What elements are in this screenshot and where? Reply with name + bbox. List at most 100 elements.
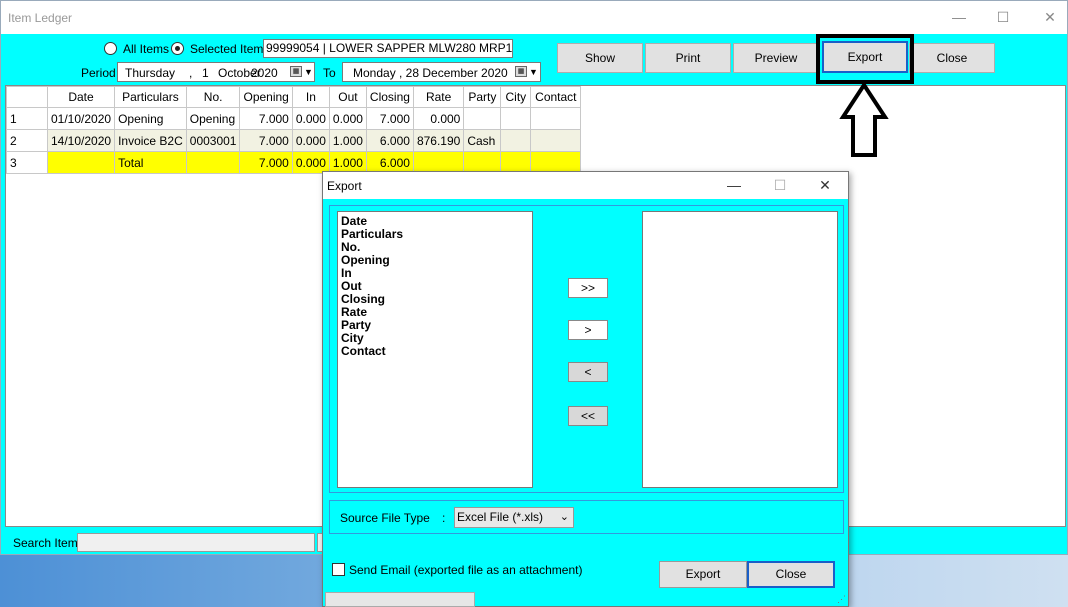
preview-button[interactable]: Preview (733, 43, 819, 73)
col-header-city[interactable]: City (500, 86, 532, 108)
close-icon[interactable]: ✕ (815, 176, 835, 194)
cell-no[interactable] (185, 151, 241, 174)
from-day: Thursday (125, 66, 176, 80)
list-item[interactable]: Particulars (338, 228, 532, 241)
selected-fields-list[interactable] (642, 211, 838, 488)
col-header-party[interactable]: Party (463, 86, 502, 108)
show-button[interactable]: Show (557, 43, 643, 73)
cell-in[interactable]: 0.000 (291, 129, 330, 152)
source-file-type-select[interactable]: Excel File (*.xls) ⌄ (454, 507, 574, 528)
cell-date[interactable] (46, 151, 116, 174)
col-header-out[interactable]: Out (328, 86, 367, 108)
cell-date[interactable]: 01/10/2020 (46, 107, 116, 130)
maximize-icon[interactable]: ☐ (770, 176, 790, 194)
col-header-rate[interactable]: Rate (412, 86, 465, 108)
window-title: Item Ledger (8, 11, 73, 25)
search-input[interactable] (77, 533, 315, 552)
close-icon[interactable]: ✕ (1039, 7, 1061, 27)
col-header-contact[interactable]: Contact (530, 86, 582, 108)
cell-rate[interactable]: 0.000 (412, 107, 465, 130)
all-items-label: All Items (123, 42, 170, 56)
period-to-date[interactable]: Monday , 28 December 2020 ▦ ▼ (342, 62, 541, 82)
close-button[interactable]: Close (909, 43, 995, 73)
add-all-button[interactable]: >> (568, 278, 608, 298)
cell-contact[interactable] (530, 107, 582, 130)
cell-date[interactable]: 14/10/2020 (46, 129, 116, 152)
add-button[interactable]: > (568, 320, 608, 340)
source-file-type-colon: : (442, 511, 446, 525)
period-from-date[interactable]: Thursday , 1 October 2020 ▦ ▼ (117, 62, 315, 82)
cell-particulars[interactable]: Total (114, 151, 187, 174)
resize-grip-icon[interactable]: ⋰ (837, 594, 846, 605)
dialog-title-bar: Export — ☐ ✕ (323, 172, 848, 199)
cell-party[interactable] (463, 107, 502, 130)
send-email-checkbox[interactable] (332, 563, 345, 576)
cell-no[interactable]: 0003001 (185, 129, 241, 152)
export-dialog: Export — ☐ ✕ Date Particulars No. Openin… (322, 171, 849, 607)
list-item[interactable]: Closing (338, 293, 532, 306)
cell-contact[interactable] (530, 129, 582, 152)
calendar-icon[interactable]: ▦ (515, 66, 527, 77)
row-number: 1 (6, 107, 48, 130)
cell-opening[interactable]: 7.000 (239, 129, 293, 152)
selected-item-radio[interactable] (171, 42, 184, 55)
chevron-down-icon: ⌄ (559, 511, 569, 523)
selected-item-field[interactable]: 99999054 | LOWER SAPPER MLW280 MRP1020 (263, 39, 513, 58)
col-header-date[interactable]: Date (46, 86, 116, 108)
col-header-no[interactable]: No. (185, 86, 241, 108)
col-header-particulars[interactable]: Particulars (114, 86, 187, 108)
calendar-icon[interactable]: ▦ (290, 66, 302, 77)
col-header-closing[interactable]: Closing (365, 86, 414, 108)
list-item[interactable]: Contact (338, 345, 532, 358)
col-header-rownum (6, 86, 48, 108)
chevron-down-icon[interactable]: ▼ (304, 67, 313, 77)
cell-closing[interactable]: 6.000 (365, 129, 414, 152)
maximize-icon[interactable]: ☐ (992, 7, 1014, 27)
from-year: 2020 (251, 66, 278, 80)
source-file-type-value: Excel File (*.xls) (457, 510, 544, 524)
minimize-icon[interactable]: — (948, 7, 970, 27)
col-header-in[interactable]: In (291, 86, 330, 108)
from-day-number: 1 (202, 66, 209, 80)
list-item[interactable]: Party (338, 319, 532, 332)
list-item[interactable]: In (338, 267, 532, 280)
source-file-type-label: Source File Type (340, 511, 430, 525)
chevron-down-icon[interactable]: ▼ (529, 67, 538, 77)
cell-out[interactable]: 1.000 (328, 129, 367, 152)
dialog-title: Export (327, 179, 362, 193)
remove-button[interactable]: < (568, 362, 608, 382)
from-sep: , (189, 66, 193, 80)
minimize-icon[interactable]: — (724, 176, 744, 194)
to-day: Monday (353, 66, 396, 80)
cell-closing[interactable]: 7.000 (365, 107, 414, 130)
selected-item-label: Selected Item (190, 42, 264, 56)
available-fields-list[interactable]: Date Particulars No. Opening In Out Clos… (337, 211, 533, 488)
cell-particulars[interactable]: Invoice B2C (114, 129, 187, 152)
source-file-type-row: Source File Type : (329, 500, 844, 534)
table-row[interactable]: 2 14/10/2020 Invoice B2C 0003001 7.000 0… (6, 129, 582, 152)
cell-in[interactable]: 0.000 (291, 107, 330, 130)
dialog-close-button[interactable]: Close (747, 561, 835, 588)
ledger-table: Date Particulars No. Opening In Out Clos… (6, 86, 582, 174)
cell-rate[interactable]: 876.190 (412, 129, 465, 152)
row-number: 2 (6, 129, 48, 152)
list-item[interactable]: Opening (338, 254, 532, 267)
cell-no[interactable]: Opening (185, 107, 241, 130)
table-row[interactable]: 1 01/10/2020 Opening Opening 7.000 0.000… (6, 107, 582, 130)
cell-out[interactable]: 0.000 (328, 107, 367, 130)
status-bar (325, 592, 475, 607)
up-arrow-icon (839, 81, 889, 157)
cell-party[interactable]: Cash (463, 129, 502, 152)
col-header-opening[interactable]: Opening (239, 86, 293, 108)
cell-opening[interactable]: 7.000 (239, 151, 293, 174)
dialog-export-button[interactable]: Export (659, 561, 747, 588)
cell-opening[interactable]: 7.000 (239, 107, 293, 130)
remove-all-button[interactable]: << (568, 406, 608, 426)
cell-city[interactable] (500, 129, 532, 152)
all-items-radio[interactable] (104, 42, 117, 55)
print-button[interactable]: Print (645, 43, 731, 73)
field-selection-panel: Date Particulars No. Opening In Out Clos… (329, 205, 844, 493)
cell-city[interactable] (500, 107, 532, 130)
cell-particulars[interactable]: Opening (114, 107, 187, 130)
send-email-label: Send Email (exported file as an attachme… (349, 563, 583, 577)
